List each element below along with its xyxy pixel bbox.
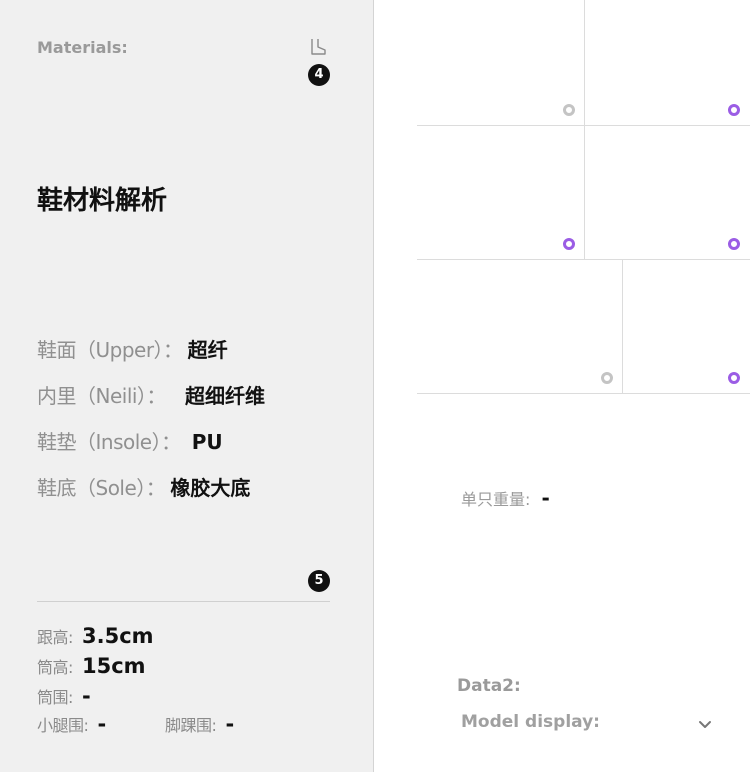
- model-display-label: Model display:: [461, 712, 600, 732]
- grid-divider: [417, 259, 750, 260]
- panel-title: 鞋材料解析: [37, 186, 168, 216]
- image-select-radio[interactable]: [728, 104, 740, 116]
- material-row-sole: 鞋底（Sole）： 橡胶大底: [37, 472, 250, 501]
- spec-value: -: [82, 684, 91, 708]
- spec-shaft-height: 筒高: 15cm: [37, 654, 146, 678]
- weight-value: -: [541, 486, 550, 510]
- image-select-radio[interactable]: [563, 104, 575, 116]
- grid-divider: [622, 259, 623, 393]
- material-row-lining: 内里（Neili）： 超细纤维: [37, 380, 265, 409]
- image-select-radio[interactable]: [563, 238, 575, 250]
- spec-heel-height: 跟高: 3.5cm: [37, 624, 154, 648]
- material-key: 内里（Neili）：: [37, 384, 166, 408]
- material-value: 超细纤维: [185, 384, 266, 408]
- single-weight-row: 单只重量: -: [461, 486, 550, 510]
- spec-calf-circumference: 小腿围: -: [37, 712, 106, 736]
- grid-divider: [584, 0, 585, 259]
- chevron-down-icon[interactable]: [697, 716, 713, 732]
- boot-icon: [311, 39, 326, 55]
- material-key: 鞋垫（Insole）：: [37, 430, 181, 454]
- spec-value: 15cm: [82, 654, 146, 678]
- spec-key: 筒高:: [37, 658, 73, 677]
- material-row-insole: 鞋垫（Insole）： PU: [37, 426, 223, 455]
- weight-key: 单只重量:: [461, 490, 531, 509]
- model-display-dropdown[interactable]: Model display:: [461, 712, 713, 738]
- spec-ankle-circumference: 脚踝围: -: [165, 712, 234, 736]
- material-row-upper: 鞋面（Upper）： 超纤: [37, 334, 228, 363]
- grid-divider: [417, 393, 750, 394]
- spec-shaft-circumference: 筒围: -: [37, 684, 91, 708]
- step-badge-4: 4: [308, 64, 330, 86]
- spec-key: 脚踝围:: [165, 716, 217, 735]
- image-select-radio[interactable]: [728, 238, 740, 250]
- material-key: 鞋底（Sole）：: [37, 476, 166, 500]
- divider: [37, 601, 330, 602]
- image-select-radio[interactable]: [728, 372, 740, 384]
- materials-label: Materials:: [37, 38, 128, 57]
- material-value: PU: [191, 430, 223, 454]
- materials-panel: Materials: 4 鞋材料解析 鞋面（Upper）： 超纤 内里（Neil…: [0, 0, 374, 772]
- material-value: 超纤: [187, 338, 228, 362]
- spec-value: 3.5cm: [82, 624, 154, 648]
- data2-label: Data2:: [457, 676, 521, 696]
- spec-key: 筒围:: [37, 688, 73, 707]
- spec-value: -: [97, 712, 107, 736]
- grid-divider: [417, 125, 750, 126]
- spec-key: 跟高:: [37, 628, 73, 647]
- spec-key: 小腿围:: [37, 716, 89, 735]
- material-value: 橡胶大底: [170, 476, 251, 500]
- step-badge-5: 5: [308, 570, 330, 592]
- image-select-radio[interactable]: [601, 372, 613, 384]
- spec-value: -: [225, 712, 235, 736]
- material-key: 鞋面（Upper）：: [37, 338, 183, 362]
